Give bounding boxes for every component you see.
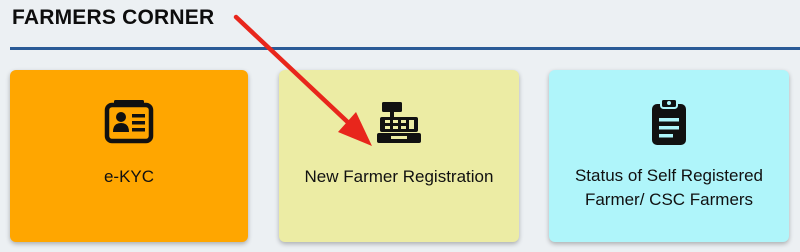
status-label-line1: Status of Self Registered <box>574 166 764 185</box>
ekyc-label: e-KYC <box>103 167 155 186</box>
new-farmer-registration-label: New Farmer Registration <box>304 167 494 186</box>
id-card-icon <box>101 94 157 150</box>
self-registered-status-card[interactable]: Status of Self Registered Farmer/ CSC Fa… <box>549 70 789 242</box>
cash-register-icon <box>371 94 427 150</box>
status-label-line2: Farmer/ CSC Farmers <box>584 190 754 209</box>
section-title: FARMERS CORNER <box>12 6 215 29</box>
new-farmer-registration-card[interactable]: New Farmer Registration <box>279 70 519 242</box>
clipboard-icon <box>641 94 697 150</box>
farmers-corner-section: FARMERS CORNER e-KYC New Farmer Registra… <box>0 0 800 252</box>
self-registered-status-label: Status of Self Registered Farmer/ CSC Fa… <box>557 164 781 212</box>
ekyc-card[interactable]: e-KYC <box>10 70 248 242</box>
section-divider <box>10 47 800 50</box>
